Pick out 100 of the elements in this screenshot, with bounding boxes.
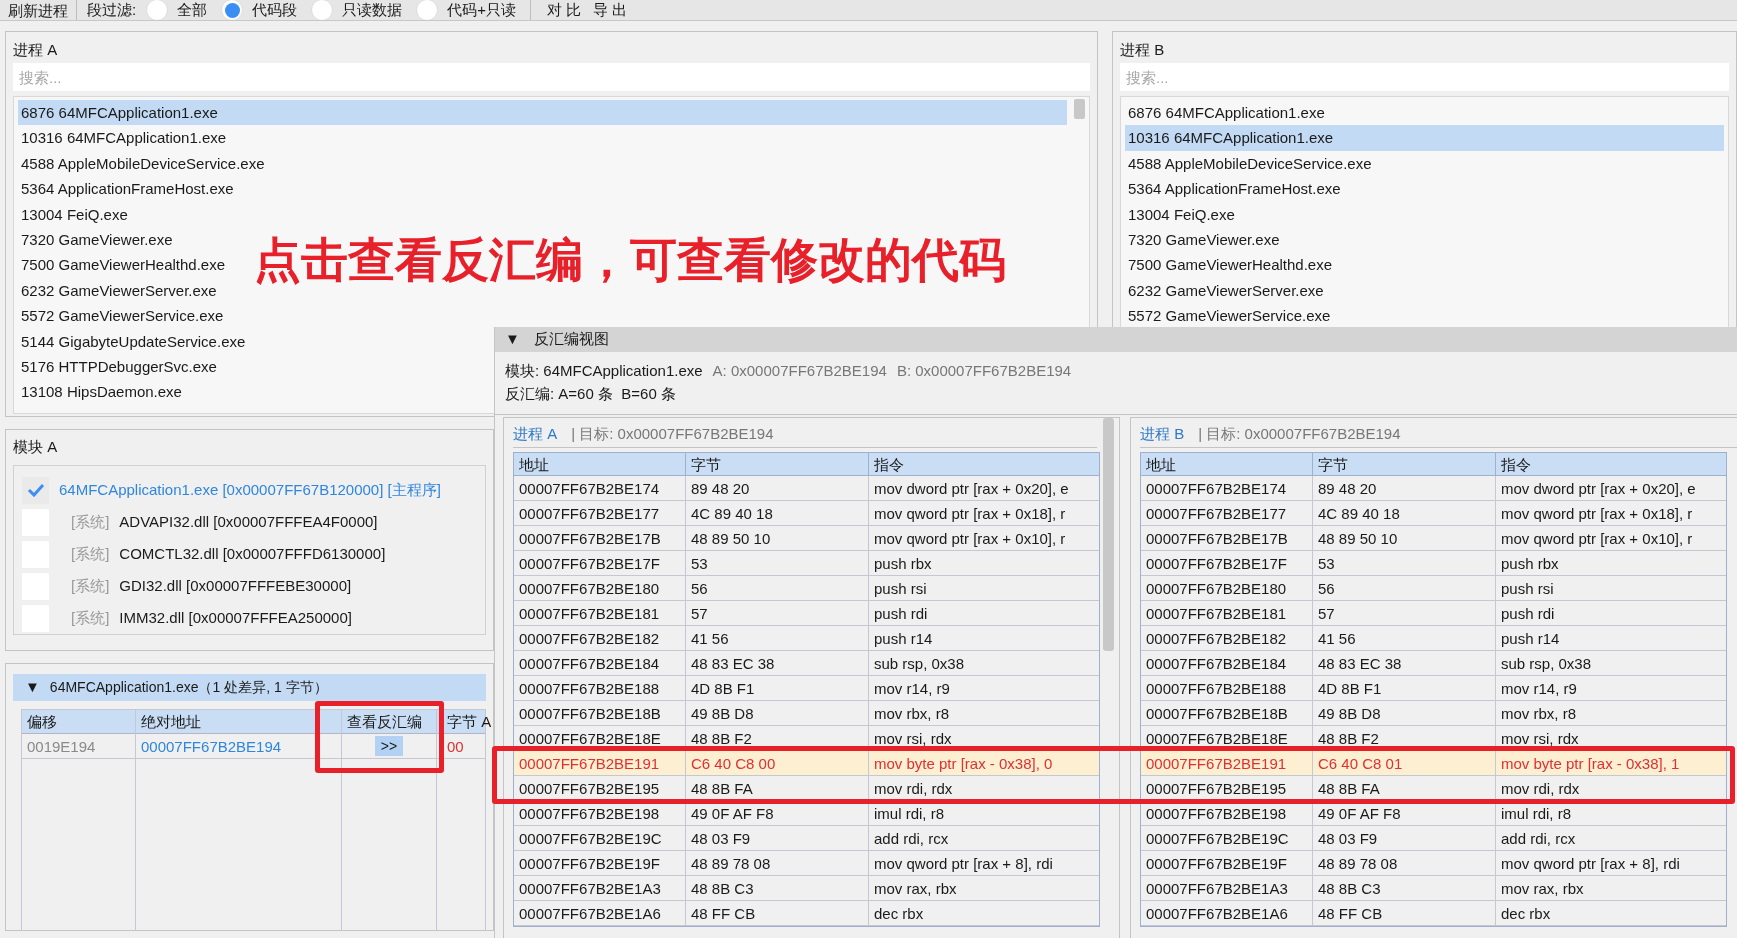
table-cell: 00007FF67B2BE18E <box>1141 726 1313 750</box>
scrollbar-thumb[interactable] <box>1074 99 1085 119</box>
radio-label: 全部 <box>177 0 208 20</box>
column-header[interactable]: 字节 <box>686 453 869 475</box>
table-cell: 4D 8B F1 <box>686 676 869 700</box>
process-item[interactable]: 7500 GameViewerHealthd.exe <box>1125 252 1336 278</box>
module-name[interactable]: ADVAPI32.dll [0x00007FFFEA4F0000] <box>119 510 378 534</box>
table-cell-text: mov r14, r9 <box>1500 679 1578 699</box>
table-cell-text: mov qword ptr [rax + 8], rdi <box>1500 854 1681 874</box>
process-item[interactable]: 6876 64MFCApplication1.exe <box>18 100 1067 126</box>
process-item[interactable]: 7320 GameViewer.exe <box>18 226 176 253</box>
diff-header[interactable]: ▼ 64MFCApplication1.exe（1 处差异, 1 字节） <box>13 674 486 701</box>
refresh-button[interactable]: 刷新进程 <box>0 0 77 20</box>
table-cell-text: mov qword ptr [rax + 8], rdi <box>873 854 1054 874</box>
table-cell-text: mov rax, rbx <box>1500 879 1585 899</box>
table-cell-text: sub rsp, 0x38 <box>873 654 966 674</box>
process-item[interactable]: 13004 FeiQ.exe <box>18 201 131 227</box>
module-name[interactable]: IMM32.dll [0x00007FFFEA250000] <box>119 606 352 630</box>
radio-button[interactable] <box>416 0 439 20</box>
collapse-arrow-icon[interactable]: ▼ <box>25 676 40 699</box>
table-cell: 00007FF67B2BE195 <box>1141 776 1313 800</box>
table-cell-text: push rsi <box>873 579 928 599</box>
process-item[interactable]: 5572 GameViewerService.exe <box>1125 303 1334 329</box>
disassembly-view-header[interactable]: ▼ 反汇编视图 <box>495 327 1737 352</box>
process-item[interactable]: 13108 HipsDaemon.exe <box>18 379 185 405</box>
radio-label: 只读数据 <box>342 0 403 20</box>
table-cell-text: mov dword ptr [rax + 0x20], e <box>1500 479 1697 499</box>
table-cell: C6 40 C8 01 <box>1313 751 1496 775</box>
table-cell-text: mov qword ptr [rax + 0x18], r <box>873 504 1067 524</box>
process-item[interactable]: 7500 GameViewerHealthd.exe <box>18 252 229 278</box>
table-cell: 41 56 <box>686 626 869 650</box>
radio-label: 代码段 <box>252 0 298 20</box>
view-title: 反汇编视图 <box>533 329 609 350</box>
table-cell: 48 03 F9 <box>1313 826 1496 850</box>
pane-title: 进程 A <box>513 424 558 445</box>
table-cell: 48 89 78 08 <box>686 851 869 875</box>
checkbox[interactable] <box>22 476 49 504</box>
process-item[interactable]: 6232 GameViewerServer.exe <box>18 277 220 304</box>
table-cell-text: push rdi <box>1500 604 1556 624</box>
table-cell: 48 FF CB <box>686 901 869 925</box>
module-label: 模块: 64MFCApplication1.exe <box>505 360 703 381</box>
table-cell: 89 48 20 <box>1313 476 1496 500</box>
process-item[interactable]: 5364 ApplicationFrameHost.exe <box>1125 176 1344 202</box>
column-header[interactable]: 指令 <box>1496 453 1726 475</box>
process-item[interactable]: 10316 64MFCApplication1.exe <box>1125 125 1724 151</box>
process-item[interactable]: 7320 GameViewer.exe <box>1125 226 1283 253</box>
module-name[interactable]: GDI32.dll [0x00007FFFEBE30000] <box>119 574 352 598</box>
view-disassembly-button[interactable]: >> <box>374 736 404 756</box>
process-item[interactable]: 10316 64MFCApplication1.exe <box>18 125 230 151</box>
table-cell: 56 <box>1313 576 1496 600</box>
module-name[interactable]: COMCTL32.dll [0x00007FFFD6130000] <box>119 542 386 566</box>
table-cell-text: dec rbx <box>1500 904 1552 924</box>
table-cell: 00007FF67B2BE182 <box>1141 626 1313 650</box>
radio-button[interactable] <box>221 0 244 20</box>
table-cell-text: 00 <box>446 737 465 757</box>
process-item[interactable]: 5572 GameViewerService.exe <box>18 303 227 329</box>
toolbar-button[interactable]: 对 比 <box>540 0 588 20</box>
module-tag: [系统] <box>71 542 110 566</box>
table-cell-text: mov dword ptr [rax + 0x20], e <box>873 479 1070 499</box>
process-item[interactable]: 4588 AppleMobileDeviceService.exe <box>18 150 268 177</box>
table-cell: 48 8B C3 <box>686 876 869 900</box>
module-tag: [系统] <box>71 574 110 598</box>
radio-button[interactable] <box>311 0 334 20</box>
scrollbar-thumb[interactable] <box>1103 418 1114 651</box>
search-field[interactable]: 搜索... <box>1120 63 1729 91</box>
table-cell: 48 8B FA <box>1313 776 1496 800</box>
table-cell: 4C 89 40 18 <box>686 501 869 525</box>
column-header[interactable]: 指令 <box>869 453 1099 475</box>
process-item[interactable]: 6232 GameViewerServer.exe <box>1125 277 1327 304</box>
process-item[interactable]: 5364 ApplicationFrameHost.exe <box>18 176 237 202</box>
column-header[interactable]: 地址 <box>1141 453 1313 475</box>
process-item[interactable]: 5176 HTTPDebuggerSvc.exe <box>18 353 220 380</box>
search-field[interactable]: 搜索... <box>13 63 1090 91</box>
table-cell: 48 8B FA <box>686 776 869 800</box>
table-cell-text: push r14 <box>1500 629 1561 649</box>
table-cell: 56 <box>686 576 869 600</box>
table-cell-text: push r14 <box>873 629 934 649</box>
table-cell: 00007FF67B2BE17F <box>514 551 686 575</box>
collapse-arrow-icon[interactable]: ▼ <box>505 328 520 351</box>
process-item[interactable]: 5144 GigabyteUpdateService.exe <box>18 328 249 354</box>
address-label: A: 0x00007FF67B2BE194 <box>712 360 887 381</box>
table-cell: 48 83 EC 38 <box>1313 651 1496 675</box>
table-cell-text: sub rsp, 0x38 <box>1500 654 1593 674</box>
table-cell: 00007FF67B2BE17F <box>1141 551 1313 575</box>
table-cell-text: mov rsi, rdx <box>873 729 953 749</box>
table-cell: 48 89 78 08 <box>1313 851 1496 875</box>
panel-title: 进程 A <box>13 40 59 60</box>
process-item[interactable]: 6876 64MFCApplication1.exe <box>1125 100 1328 126</box>
table-cell: 48 8B F2 <box>686 726 869 750</box>
radio-button[interactable] <box>146 0 169 20</box>
table-cell: C6 40 C8 00 <box>686 751 869 775</box>
table-cell-text: dec rbx <box>873 904 925 924</box>
process-item[interactable]: 13004 FeiQ.exe <box>1125 201 1238 227</box>
toolbar-button[interactable]: 导 出 <box>587 0 634 20</box>
column-header[interactable]: 地址 <box>514 453 686 475</box>
table-cell-text: push rbx <box>873 554 933 574</box>
process-item[interactable]: 4588 AppleMobileDeviceService.exe <box>1125 150 1375 177</box>
table-cell: 00007FF67B2BE19C <box>514 826 686 850</box>
column-header[interactable]: 字节 <box>1313 453 1496 475</box>
table-cell: 00007FF67B2BE1A6 <box>1141 901 1313 925</box>
